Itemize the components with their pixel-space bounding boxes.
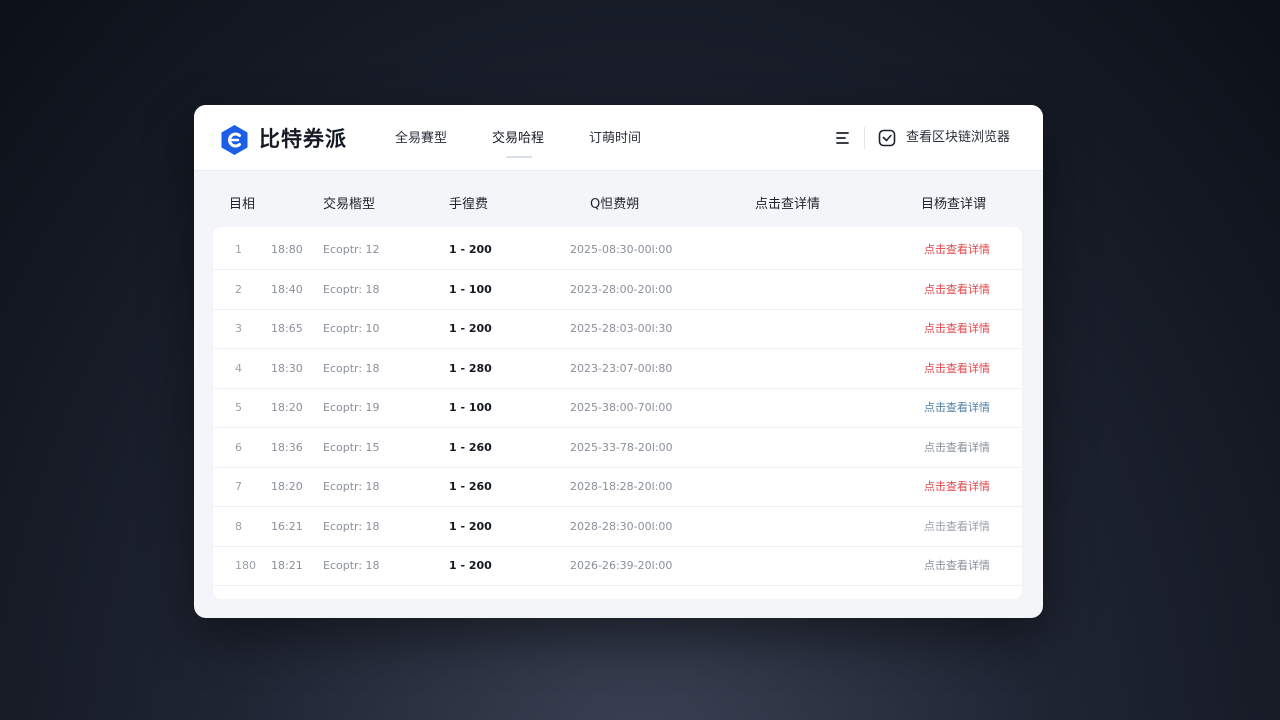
table-row: 6 18:36 Ecoptr: 15 1 - 260 2025-33-78-20l:00…	[213, 429, 1022, 468]
row-index: 7	[235, 480, 242, 493]
view-detail-link[interactable]: 点击查看详情	[924, 361, 990, 377]
menu-icon[interactable]	[835, 131, 851, 145]
column-header-index: 目相	[229, 197, 256, 212]
column-header-detail-2: 目杨查详谓	[921, 197, 987, 212]
row-time: 18:36	[271, 440, 303, 454]
row-fee: 1 - 100	[449, 282, 492, 296]
nav-item-2[interactable]: 交易哈程	[492, 128, 544, 150]
table-row: 1 18:80 Ecoptr: 12 1 - 200 2025-08:30-00l:00…	[213, 231, 1022, 270]
row-fee: 1 - 260	[449, 440, 492, 454]
row-time: 18:20	[271, 401, 303, 414]
view-detail-link[interactable]: 点击查看详情	[924, 282, 990, 298]
view-detail-link[interactable]: 点击查看详情	[924, 519, 990, 535]
table-row: 5 18:20 Ecoptr: 19 1 - 100 2025-38:00-70l:00…	[213, 389, 1022, 428]
row-fee: 1 - 280	[449, 361, 492, 375]
row-date: 2025-08:30-00l:00	[570, 243, 673, 256]
row-index: 3	[235, 322, 242, 335]
column-header-fee: 手徨费	[449, 197, 489, 212]
row-index: 5	[235, 401, 242, 414]
table-row: 2 18:40 Ecoptr: 18 1 - 100 2023-28:00-20l:00…	[213, 271, 1022, 310]
row-date: 2025-38:00-70l:00	[570, 401, 673, 414]
explorer-label: 查看区块链浏览器	[906, 130, 1011, 145]
row-date: 2028-18:28-20l:00	[570, 480, 673, 493]
row-date: 2023-23:07-00l:80	[570, 361, 673, 375]
row-index: 6	[235, 440, 242, 454]
nav-active-indicator	[506, 156, 532, 158]
row-type: Ecoptr: 18	[323, 282, 380, 296]
row-index: 4	[235, 361, 242, 375]
brand-logo-icon[interactable]	[220, 124, 249, 156]
row-date: 2025-33-78-20l:00	[570, 440, 673, 454]
row-fee: 1 - 200	[449, 559, 492, 572]
nav-item-3[interactable]: 订萌时间	[589, 128, 641, 150]
view-detail-link[interactable]: 点击查看详情	[924, 321, 990, 337]
row-time: 18:65	[271, 322, 303, 335]
row-time: 18:80	[271, 243, 303, 256]
row-fee: 1 - 100	[449, 401, 492, 414]
row-index: 1	[235, 243, 242, 256]
view-detail-link[interactable]: 点击查看详情	[924, 440, 990, 456]
row-type: Ecoptr: 18	[323, 361, 380, 375]
table-row: 3 18:65 Ecoptr: 10 1 - 200 2025-28:03-00l:30…	[213, 310, 1022, 349]
row-type: Ecoptr: 19	[323, 401, 380, 414]
explorer-icon	[878, 129, 896, 147]
row-index: 180	[235, 559, 256, 572]
row-time: 16:21	[271, 519, 303, 533]
row-fee: 1 - 200	[449, 519, 492, 533]
row-type: Ecoptr: 18	[323, 480, 380, 493]
column-header-detail: 点击查详情	[755, 197, 821, 212]
view-detail-link[interactable]: 点击查看详情	[924, 400, 990, 416]
transaction-table: 1 18:80 Ecoptr: 12 1 - 200 2025-08:30-00l:00…	[213, 227, 1022, 599]
row-date: 2025-28:03-00l:30	[570, 322, 673, 335]
table-row: 8 16:21 Ecoptr: 18 1 - 200 2028-28:30-00l:00…	[213, 508, 1022, 547]
row-type: Ecoptr: 12	[323, 243, 380, 256]
row-type: Ecoptr: 10	[323, 322, 380, 335]
row-index: 2	[235, 282, 242, 296]
row-date: 2023-28:00-20l:00	[570, 282, 673, 296]
header-divider	[864, 127, 865, 149]
row-date: 2028-28:30-00l:00	[570, 519, 673, 533]
row-date: 2026-26:39-20l:00	[570, 559, 673, 572]
table-row: 180 18:21 Ecoptr: 18 1 - 200 2026-26:39-20l:…	[213, 547, 1022, 586]
row-fee: 1 - 260	[449, 480, 492, 493]
row-fee: 1 - 200	[449, 243, 492, 256]
table-row: 4 18:30 Ecoptr: 18 1 - 280 2023-23:07-00l:80…	[213, 350, 1022, 389]
row-type: Ecoptr: 18	[323, 559, 380, 572]
header-bar: 比特券派 全易賽型 交易哈程 订萌时间 查看区块链浏览器	[194, 105, 1043, 171]
row-index: 8	[235, 519, 242, 533]
main-card: 比特券派 全易賽型 交易哈程 订萌时间 查看区块链浏览器 目相 交易楷型 手徨费…	[194, 105, 1043, 618]
nav-item-1[interactable]: 全易賽型	[395, 128, 447, 150]
column-header-date: Q怛费朔	[590, 197, 640, 212]
row-time: 18:21	[271, 559, 303, 572]
column-header-type: 交易楷型	[323, 197, 376, 212]
row-time: 18:20	[271, 480, 303, 493]
row-fee: 1 - 200	[449, 322, 492, 335]
brand-name: 比特券派	[259, 127, 347, 151]
row-time: 18:30	[271, 361, 303, 375]
view-detail-link[interactable]: 点击查看详情	[924, 479, 990, 495]
table-row: 7 18:20 Ecoptr: 18 1 - 260 2028-18:28-20l:00…	[213, 468, 1022, 507]
row-type: Ecoptr: 18	[323, 519, 380, 533]
view-detail-link[interactable]: 点击查看详情	[924, 242, 990, 258]
row-time: 18:40	[271, 282, 303, 296]
row-type: Ecoptr: 15	[323, 440, 380, 454]
view-detail-link[interactable]: 点击查看详情	[924, 558, 990, 574]
